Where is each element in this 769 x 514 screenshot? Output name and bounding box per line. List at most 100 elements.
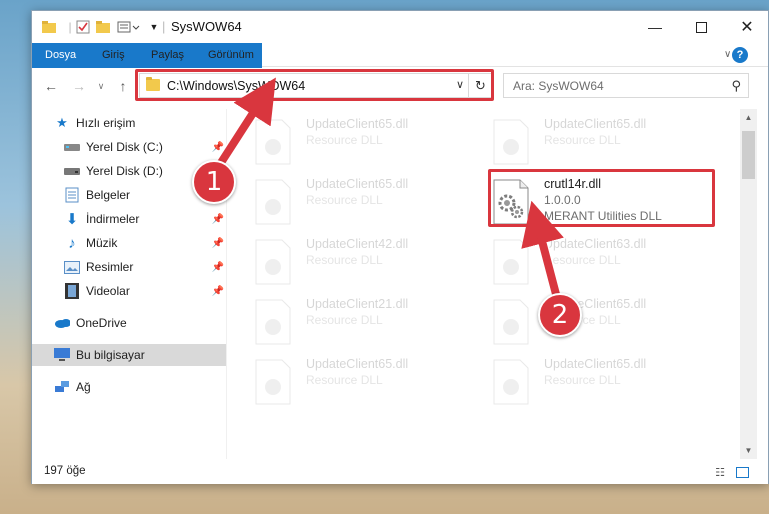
tab-share[interactable]: Paylaş xyxy=(139,43,196,67)
sidebar-item-videos[interactable]: Videolar 📌 xyxy=(32,280,226,302)
file-name: UpdateClient65.dll xyxy=(306,357,409,371)
file-type: Resource DLL xyxy=(306,253,383,267)
step-marker-2: 2 xyxy=(538,293,582,337)
file-name: UpdateClient65.dll xyxy=(306,177,409,191)
file-type: Resource DLL xyxy=(544,253,621,267)
file-item[interactable]: UpdateClient65.dll Resource DLL xyxy=(250,115,480,173)
music-icon: ♪ xyxy=(68,234,76,252)
ribbon-tabs: Dosya Giriş Paylaş Görünüm ∨ ? xyxy=(32,43,768,101)
sidebar-item-downloads[interactable]: ⬇ İndirmeler 📌 xyxy=(32,208,226,230)
dll-file-icon xyxy=(255,239,291,285)
maximize-icon[interactable] xyxy=(678,11,724,43)
recent-locations-icon[interactable]: ∨ xyxy=(92,77,110,95)
up-icon[interactable]: ↑ xyxy=(114,77,132,95)
file-list: UpdateClient65.dll Resource DLL UpdateCl… xyxy=(240,109,740,459)
scroll-down-icon[interactable]: ▼ xyxy=(740,442,757,459)
file-name: UpdateClient65.dll xyxy=(306,117,409,131)
pin-icon[interactable]: 📌 xyxy=(212,262,224,273)
file-name: UpdateClient21.dll xyxy=(306,297,409,311)
back-icon[interactable]: ← xyxy=(42,77,60,95)
address-highlight-box xyxy=(135,69,494,101)
quick-access-dropdown-icon[interactable]: ▼ xyxy=(146,19,162,35)
pin-icon[interactable]: 📌 xyxy=(212,142,224,153)
close-icon[interactable]: ✕ xyxy=(724,11,769,43)
scroll-up-icon[interactable]: ▲ xyxy=(740,109,757,126)
sidebar-item-label: İndirmeler xyxy=(86,212,140,226)
dll-file-icon xyxy=(255,359,291,405)
window-title: SysWOW64 xyxy=(171,19,242,34)
pictures-icon xyxy=(64,259,80,275)
step-marker-1: 1 xyxy=(192,160,236,204)
pane-divider[interactable] xyxy=(226,109,227,459)
sidebar-item-onedrive[interactable]: OneDrive xyxy=(32,312,226,334)
sidebar-item-label: Yerel Disk (D:) xyxy=(86,164,163,178)
new-folder-icon[interactable] xyxy=(95,19,111,35)
explorer-window: | ▼ | SysWOW64 — ✕ Dosya Giriş Paylaş Gö… xyxy=(31,10,769,484)
file-item[interactable]: UpdateClient42.dll Resource DLL xyxy=(250,235,480,293)
large-icons-view-icon[interactable] xyxy=(734,465,750,479)
tab-view[interactable]: Görünüm xyxy=(196,43,266,67)
sidebar-item-local-disk-c[interactable]: Yerel Disk (C:) 📌 xyxy=(32,136,226,158)
details-view-icon[interactable]: ☷ xyxy=(712,465,728,479)
tab-home[interactable]: Giriş xyxy=(90,43,137,67)
dll-file-icon xyxy=(255,299,291,345)
dll-file-icon xyxy=(493,239,529,285)
pin-icon[interactable]: 📌 xyxy=(212,238,224,249)
title-bar: | ▼ | SysWOW64 — ✕ xyxy=(32,11,768,43)
navigation-pane: ★ Hızlı erişim Yerel Disk (C:) 📌 Yerel D… xyxy=(32,109,226,459)
sidebar-item-label: Müzik xyxy=(86,236,118,250)
file-item[interactable]: UpdateClient65.dll Resource DLL xyxy=(488,295,718,353)
scroll-thumb[interactable] xyxy=(742,131,755,179)
file-item[interactable]: UpdateClient65.dll Resource DLL xyxy=(250,355,480,413)
sidebar-item-this-pc[interactable]: Bu bilgisayar xyxy=(32,344,226,366)
forward-icon[interactable]: → xyxy=(70,77,88,95)
cloud-icon xyxy=(54,315,70,331)
sidebar-item-network[interactable]: Ağ xyxy=(32,376,226,398)
sidebar-item-label: OneDrive xyxy=(76,316,127,330)
sidebar-item-quick-access[interactable]: ★ Hızlı erişim xyxy=(32,112,226,134)
documents-icon xyxy=(64,187,80,203)
sidebar-item-music[interactable]: ♪ Müzik 📌 xyxy=(32,232,226,254)
sidebar-item-label: Yerel Disk (C:) xyxy=(86,140,163,154)
sidebar-item-pictures[interactable]: Resimler 📌 xyxy=(32,256,226,278)
computer-icon xyxy=(54,347,70,363)
file-type: Resource DLL xyxy=(306,313,383,327)
file-item[interactable]: UpdateClient65.dll Resource DLL xyxy=(250,175,480,233)
sidebar-item-label: Resimler xyxy=(86,260,134,274)
file-name: UpdateClient65.dll xyxy=(544,117,647,131)
file-item[interactable]: UpdateClient65.dll Resource DLL xyxy=(488,115,718,173)
sidebar-item-label: Hızlı erişim xyxy=(76,116,136,130)
minimize-icon[interactable]: — xyxy=(632,11,678,43)
sidebar-item-label: Videolar xyxy=(86,284,130,298)
pin-icon[interactable]: 📌 xyxy=(212,214,224,225)
network-icon xyxy=(54,379,70,395)
download-icon: ⬇ xyxy=(65,211,79,228)
customize-toolbar-icon[interactable] xyxy=(116,19,142,35)
dll-file-icon xyxy=(255,119,291,165)
file-type: Resource DLL xyxy=(306,193,383,207)
file-item[interactable]: UpdateClient65.dll Resource DLL xyxy=(488,355,718,413)
file-type: Resource DLL xyxy=(544,133,621,147)
vertical-scrollbar[interactable]: ▲ ▼ xyxy=(740,109,757,459)
dll-file-icon xyxy=(493,119,529,165)
dll-file-icon xyxy=(255,179,291,225)
dll-file-icon xyxy=(493,359,529,405)
file-name: UpdateClient63.dll xyxy=(544,237,647,251)
drive-icon xyxy=(64,163,80,179)
file-item[interactable]: UpdateClient21.dll Resource DLL xyxy=(250,295,480,353)
item-count: 197 öğe xyxy=(44,465,86,477)
file-item[interactable]: UpdateClient63.dll Resource DLL xyxy=(488,235,718,293)
status-bar: 197 öğe ☷ xyxy=(32,461,768,484)
search-placeholder[interactable]: Ara: SysWOW64 xyxy=(513,79,604,93)
sidebar-item-label: Belgeler xyxy=(86,188,131,202)
search-icon[interactable]: ⚲ xyxy=(731,78,741,94)
file-type: Resource DLL xyxy=(306,133,383,147)
help-icon[interactable]: ? xyxy=(732,47,748,63)
properties-icon[interactable] xyxy=(75,19,91,35)
folder-icon xyxy=(41,19,57,35)
search-box[interactable]: Ara: SysWOW64 ⚲ xyxy=(503,73,749,98)
pin-icon[interactable]: 📌 xyxy=(212,286,224,297)
file-name: UpdateClient65.dll xyxy=(544,357,647,371)
star-icon: ★ xyxy=(56,115,68,130)
navigation-bar: ← → ∨ ↑ C:\Windows\SysWOW64 ∨ ↻ Ara: Sys… xyxy=(32,68,768,102)
